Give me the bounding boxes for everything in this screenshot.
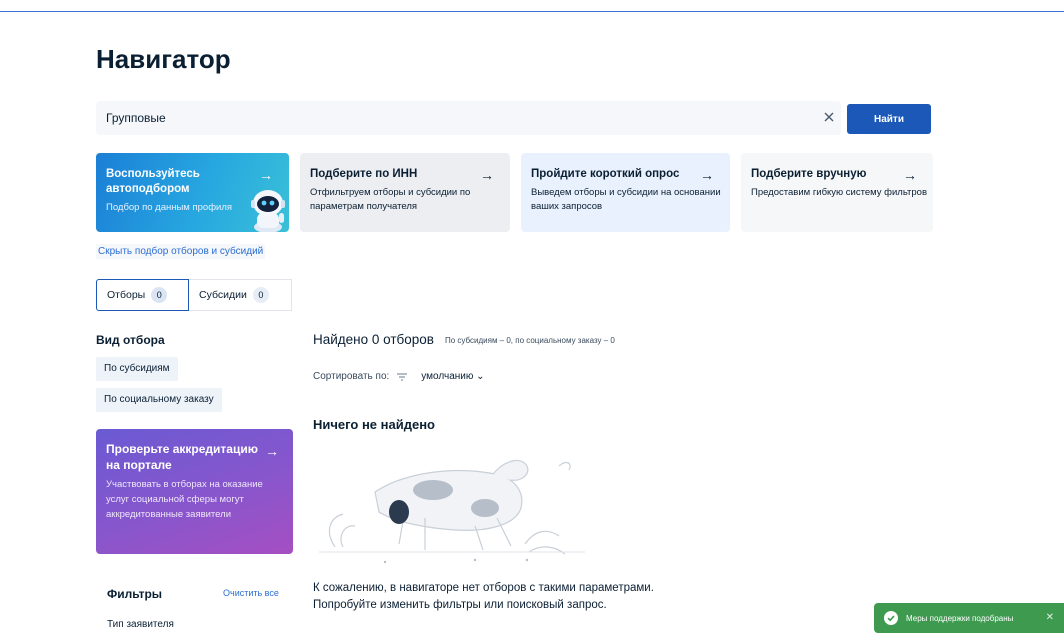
hide-selection-link[interactable]: Скрыть подбор отборов и субсидий <box>96 244 266 259</box>
sort-value: умолчанию <box>421 371 474 382</box>
tab-selections[interactable]: Отборы 0 <box>96 279 189 311</box>
card-manual[interactable]: Подберите вручную Предоставим гибкую сис… <box>741 153 933 232</box>
card-title: Воспользуйтесь автоподбором <box>106 168 200 195</box>
applicant-type-label: Тип заявителя <box>107 619 174 630</box>
arrow-right-icon: → <box>480 167 494 183</box>
chip-social-order[interactable]: По социальному заказу <box>96 388 222 412</box>
sort-label: Сортировать по: <box>313 371 390 382</box>
search-button[interactable]: Найти <box>847 104 931 134</box>
card-inn[interactable]: Подберите по ИНН Отфильтруем отборы и су… <box>300 153 510 232</box>
card-desc: Отфильтруем отборы и субсидии по парамет… <box>310 187 471 212</box>
arrow-right-icon: → <box>700 167 714 183</box>
success-toast: Меры поддержки подобраны ✕ <box>874 603 1064 633</box>
count-badge: 0 <box>252 287 269 303</box>
search-input[interactable] <box>106 101 806 135</box>
empty-message-line2: Попробуйте изменить фильтры или поисковы… <box>313 599 607 611</box>
sort-icon <box>397 373 408 380</box>
promo-desc: Участвовать в отборах на оказание услуг … <box>106 479 263 520</box>
arrow-right-icon: → <box>259 167 273 183</box>
card-desc: Предоставим гибкую систему фильтров <box>751 187 928 198</box>
card-title: Подберите вручную <box>751 168 867 180</box>
empty-title: Ничего не найдено <box>313 417 435 432</box>
results-count: Найдено 0 отборов <box>313 332 434 347</box>
close-icon[interactable]: ✕ <box>1046 612 1054 623</box>
top-divider <box>0 11 1064 12</box>
sort-dropdown[interactable]: умолчанию ⌄ <box>421 371 484 382</box>
arrow-right-icon: → <box>903 167 917 183</box>
search-bar <box>96 101 841 135</box>
dog-illustration-icon <box>319 459 585 564</box>
tab-subsidies[interactable]: Субсидии 0 <box>189 279 292 311</box>
arrow-right-icon: → <box>265 443 279 459</box>
card-desc: Выведем отборы и субсидии на основании в… <box>531 187 721 212</box>
empty-message-line1: К сожалению, в навигаторе нет отборов с … <box>313 582 654 594</box>
clear-all-link[interactable]: Очистить все <box>223 588 279 598</box>
accreditation-promo[interactable]: Проверьте аккредитацию на портале Участв… <box>96 429 293 554</box>
promo-title: Проверьте аккредитацию на портале <box>106 442 258 472</box>
card-survey[interactable]: Пройдите короткий опрос Выведем отборы и… <box>521 153 730 232</box>
check-icon <box>884 611 898 625</box>
selection-type-heading: Вид отбора <box>96 333 165 347</box>
chip-subsidies[interactable]: По субсидиям <box>96 357 178 381</box>
filters-heading: Фильтры <box>107 587 163 601</box>
close-icon[interactable] <box>822 110 836 124</box>
sort-control: Сортировать по: умолчанию ⌄ <box>313 371 485 382</box>
page-title: Навигатор <box>96 44 231 74</box>
robot-icon <box>251 190 285 232</box>
results-breakdown: По субсидиям – 0, по социальному заказу … <box>445 336 615 345</box>
count-badge: 0 <box>151 287 168 303</box>
card-title: Подберите по ИНН <box>310 168 418 180</box>
chevron-down-icon: ⌄ <box>476 371 485 382</box>
tab-label: Отборы <box>107 289 146 301</box>
toast-text: Меры поддержки подобраны <box>906 613 1014 623</box>
tab-label: Субсидии <box>199 289 247 301</box>
card-title: Пройдите короткий опрос <box>531 168 680 180</box>
